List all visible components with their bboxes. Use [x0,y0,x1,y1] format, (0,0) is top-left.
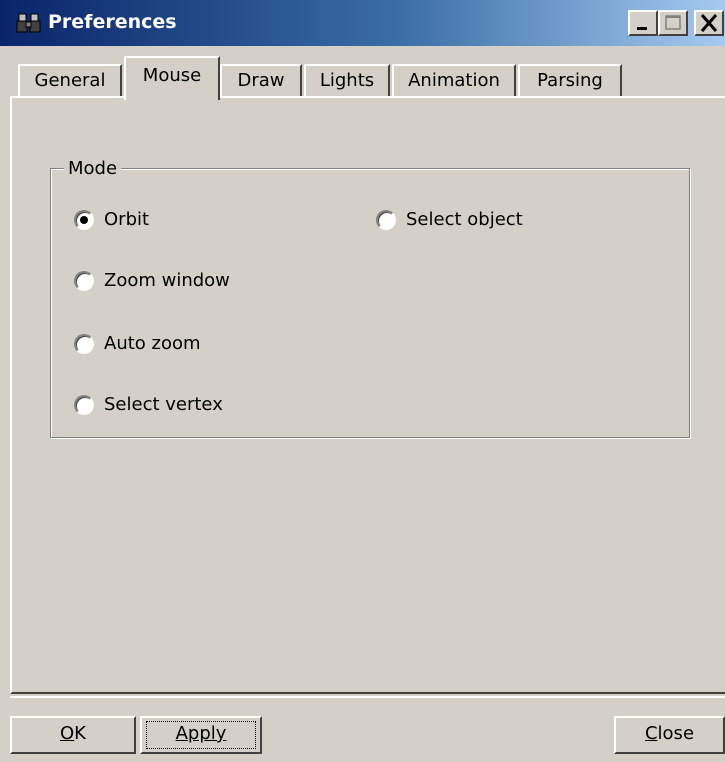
tab-parsing[interactable]: Parsing [518,64,622,98]
maximize-button[interactable] [658,10,688,36]
radio-selected-dot [80,215,88,224]
radio-select-vertex[interactable]: Select vertex [74,394,223,415]
focus-rectangle [146,721,256,749]
binoculars-icon [16,12,42,34]
close-icon [700,14,718,32]
tab-label: Draw [237,70,285,91]
radio-label: Orbit [104,209,150,230]
radio-label: Auto zoom [104,333,201,354]
radio-circle[interactable] [74,394,94,415]
radio-label: Zoom window [104,270,230,291]
close-window-button[interactable] [694,10,724,36]
radio-auto-zoom[interactable]: Auto zoom [74,333,201,354]
ok-label: K [74,723,86,744]
radio-circle[interactable] [74,333,94,354]
radio-circle[interactable] [74,209,94,230]
tab-general[interactable]: General [18,64,122,98]
tab-mouse[interactable]: Mouse [124,56,220,100]
window-title: Preferences [48,11,177,33]
close-label: lose [657,723,695,744]
ok-accel: O [60,723,75,744]
mode-group-label: Mode [64,158,122,180]
bottom-separator [10,696,725,698]
tab-draw[interactable]: Draw [220,64,302,98]
ok-button[interactable]: OK [10,716,136,754]
minimize-button[interactable] [628,10,658,36]
tab-label: General [34,70,106,91]
radio-orbit[interactable]: Orbit [74,209,149,230]
tab-animation[interactable]: Animation [392,64,516,98]
radio-select-object[interactable]: Select object [376,209,523,230]
tab-label: Parsing [537,70,603,91]
tab-label: Mouse [142,65,202,86]
close-button[interactable]: Close [614,716,725,754]
apply-button[interactable]: Apply [140,716,262,754]
close-accel: C [644,723,658,744]
radio-circle[interactable] [376,209,396,230]
title-bar[interactable]: Preferences [0,0,725,48]
minimize-icon [637,27,647,30]
radio-label: Select vertex [104,394,223,415]
radio-circle[interactable] [74,270,94,291]
tab-label: Animation [408,70,500,91]
radio-label: Select object [406,209,523,230]
maximize-icon [665,15,681,30]
tab-label: Lights [319,70,375,91]
radio-zoom-window[interactable]: Zoom window [74,270,230,291]
tab-lights[interactable]: Lights [304,64,390,98]
